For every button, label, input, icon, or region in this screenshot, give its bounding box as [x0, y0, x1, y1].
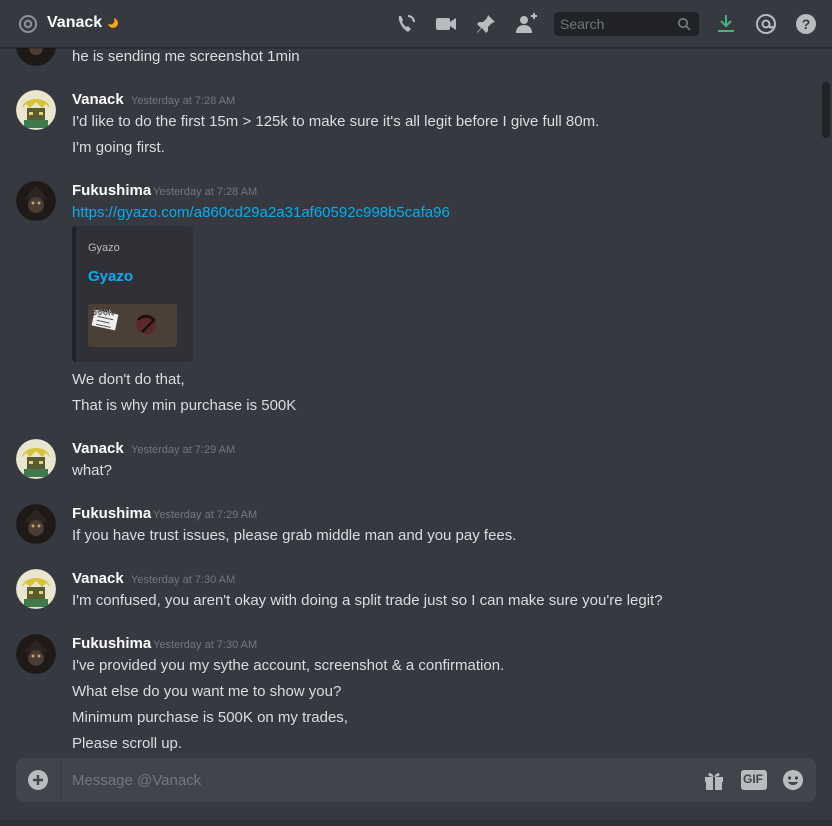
add-friend-icon[interactable]: [514, 12, 538, 36]
search-icon: [677, 17, 691, 31]
message-line: What else do you want me to show you?: [72, 683, 342, 700]
message-author[interactable]: Vanack: [72, 91, 124, 108]
composer-divider: [60, 758, 61, 802]
scrollbar-thumb[interactable]: [822, 82, 830, 138]
message-author[interactable]: Fukushima: [72, 635, 151, 652]
gif-label: GIF: [743, 772, 763, 786]
avatar-vanack[interactable]: [16, 90, 56, 130]
message-timestamp: Yesterday at 7:29 AM: [153, 509, 258, 521]
message-timestamp: Yesterday at 7:29 AM: [131, 444, 236, 456]
message-author[interactable]: Vanack: [72, 440, 124, 457]
message-line: That is why min purchase is 500K: [72, 397, 297, 414]
message-line: We don't do that,: [72, 371, 185, 388]
message-timestamp: Yesterday at 7:30 AM: [153, 639, 258, 651]
message-timestamp: Yesterday at 7:28 AM: [131, 95, 236, 107]
search-placeholder: Search: [560, 16, 605, 32]
avatar-fukushima[interactable]: [16, 504, 56, 544]
message-line: If you have trust issues, please grab mi…: [72, 527, 517, 544]
avatar-fukushima[interactable]: [16, 48, 56, 66]
message-input[interactable]: [72, 768, 632, 792]
avatar-vanack[interactable]: [16, 439, 56, 479]
message-author[interactable]: Fukushima: [72, 182, 151, 199]
download-icon[interactable]: [714, 12, 738, 36]
channel-name: Vanack: [47, 14, 103, 31]
message-composer: GIF: [16, 758, 816, 802]
idle-moon-icon: [107, 17, 118, 28]
message-link[interactable]: https://gyazo.com/a860cd29a2a31af60592c9…: [72, 204, 450, 221]
at-icon: [19, 15, 37, 33]
avatar-fukushima[interactable]: [16, 634, 56, 674]
avatar-fukushima[interactable]: [16, 181, 56, 221]
svg-text:?: ?: [802, 16, 811, 32]
message-line: I'm confused, you aren't okay with doing…: [72, 592, 663, 609]
message-author[interactable]: Fukushima: [72, 505, 151, 522]
message-line: what?: [72, 462, 113, 479]
help-icon[interactable]: ?: [794, 12, 818, 36]
message-line: I've provided you my sythe account, scre…: [72, 657, 505, 674]
scrollbar-track[interactable]: [820, 48, 832, 756]
avatar-vanack[interactable]: [16, 569, 56, 609]
pin-icon[interactable]: [474, 12, 498, 36]
emoji-icon[interactable]: [781, 768, 805, 792]
message-line: Minimum purchase is 500K on my trades,: [72, 709, 348, 726]
thumb-500k-text: 500K: [92, 308, 114, 318]
gif-icon[interactable]: GIF: [741, 770, 767, 790]
message-line: I'd like to do the first 15m > 125k to m…: [72, 113, 600, 130]
message-timestamp: Yesterday at 7:30 AM: [131, 574, 236, 586]
call-icon[interactable]: [394, 12, 418, 36]
message-line: I'm going first.: [72, 139, 165, 156]
gift-icon[interactable]: [702, 768, 726, 792]
embed-thumbnail[interactable]: 500K: [88, 304, 177, 347]
mention-icon[interactable]: [754, 12, 778, 36]
message-line: Please scroll up.: [72, 735, 183, 752]
message-author[interactable]: Vanack: [72, 570, 124, 587]
message-timestamp: Yesterday at 7:28 AM: [153, 186, 258, 198]
message-list[interactable]: he is sending me screenshot 1min Vanack …: [0, 48, 820, 756]
link-embed: Gyazo Gyazo 500K: [72, 226, 193, 362]
video-icon[interactable]: [434, 12, 458, 36]
add-attachment-icon[interactable]: [26, 768, 50, 792]
window-bottom-edge: [0, 820, 832, 826]
embed-title[interactable]: Gyazo: [88, 268, 133, 285]
dm-header: Vanack Search ?: [0, 0, 832, 48]
embed-provider[interactable]: Gyazo: [88, 242, 120, 254]
message-line: he is sending me screenshot 1min: [72, 48, 300, 65]
search-box[interactable]: Search: [554, 12, 699, 36]
